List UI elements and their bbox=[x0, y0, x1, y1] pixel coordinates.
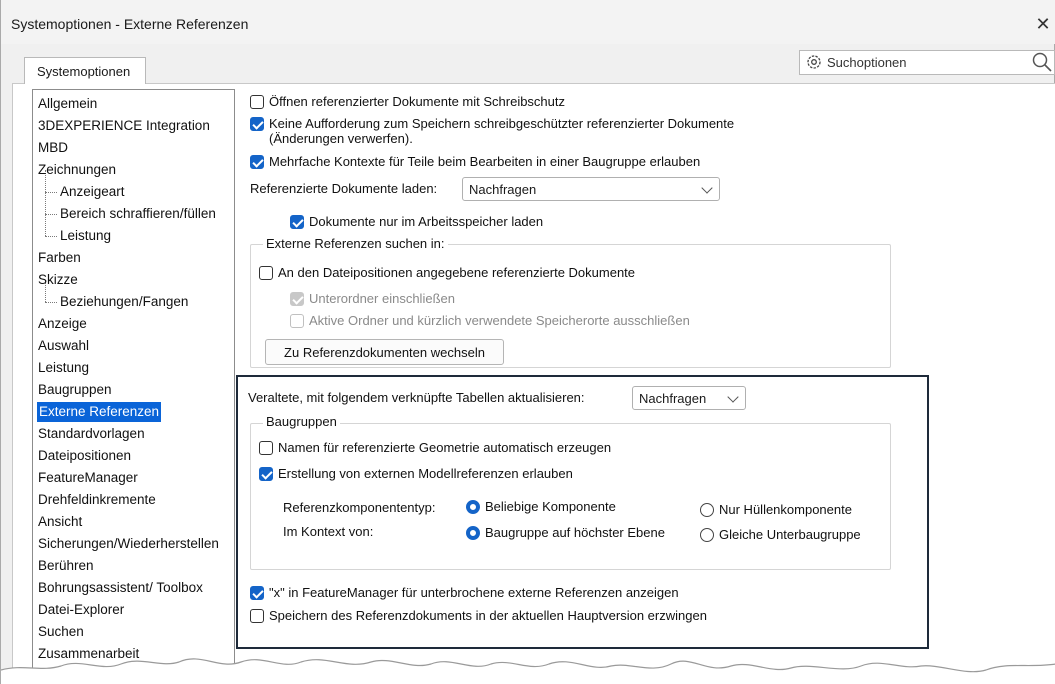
ref-envelope-radio[interactable] bbox=[700, 503, 714, 517]
options-tree[interactable]: Allgemein 3DEXPERIENCE Integration MBD Z… bbox=[32, 89, 235, 684]
force-save-label: Speichern des Referenzdokuments in der a… bbox=[269, 608, 707, 623]
search-icon[interactable] bbox=[1031, 51, 1053, 73]
tab-label: Systemoptionen bbox=[37, 64, 131, 79]
ctx-top-label: Baugruppe auf höchster Ebene bbox=[485, 525, 665, 540]
open-readonly-checkbox[interactable] bbox=[250, 95, 264, 109]
tree-item-standardvorlagen[interactable]: Standardvorlagen bbox=[38, 424, 145, 444]
ref-component-type-label: Referenzkomponententyp: bbox=[283, 500, 436, 515]
assemblies-group-title: Baugruppen bbox=[263, 414, 340, 429]
ctx-same-radio[interactable] bbox=[700, 528, 714, 542]
torn-edge-decoration bbox=[1, 658, 1055, 684]
show-x-label: "x" in FeatureManager für unterbrochene … bbox=[269, 585, 679, 600]
ctx-same-label: Gleiche Unterbaugruppe bbox=[719, 527, 861, 542]
no-prompt-save-label-line2: (Änderungen verwerfen). bbox=[269, 131, 413, 146]
file-locations-checkbox[interactable] bbox=[259, 266, 273, 280]
memory-only-checkbox[interactable] bbox=[290, 215, 304, 229]
tree-item-auswahl[interactable]: Auswahl bbox=[38, 336, 89, 356]
open-readonly-label: Öffnen referenzierter Dokumente mit Schr… bbox=[269, 94, 566, 109]
tree-item-beziehungen[interactable]: Beziehungen/Fangen bbox=[60, 292, 188, 312]
update-tables-label: Veraltete, mit folgendem verknüpfte Tabe… bbox=[248, 390, 585, 405]
chevron-down-icon bbox=[727, 391, 739, 403]
tree-item-skizze[interactable]: Skizze bbox=[38, 270, 78, 290]
load-referenced-label: Referenzierte Dokumente laden: bbox=[250, 181, 438, 196]
tree-connector bbox=[45, 214, 57, 215]
tree-item-drehfeldinkremente[interactable]: Drehfeldinkremente bbox=[38, 490, 156, 510]
exclude-recent-checkbox[interactable] bbox=[290, 314, 304, 328]
gear-icon bbox=[807, 55, 821, 69]
allow-model-refs-checkbox[interactable] bbox=[259, 467, 273, 481]
tree-item-ansicht[interactable]: Ansicht bbox=[38, 512, 82, 532]
tree-item-externe-referenzen[interactable]: Externe Referenzen bbox=[37, 402, 162, 422]
tree-item-leistung[interactable]: Leistung bbox=[38, 358, 89, 378]
update-tables-select[interactable]: Nachfragen bbox=[632, 386, 746, 410]
tree-connector bbox=[45, 302, 57, 303]
tree-item-allgemein[interactable]: Allgemein bbox=[38, 94, 97, 114]
file-locations-label: An den Dateipositionen angegebene refere… bbox=[278, 265, 636, 280]
tree-item-mbd[interactable]: MBD bbox=[38, 138, 68, 158]
chevron-down-icon bbox=[701, 182, 713, 194]
ctx-top-radio[interactable] bbox=[466, 526, 480, 540]
tree-item-baugruppen[interactable]: Baugruppen bbox=[38, 380, 112, 400]
goto-reference-docs-button[interactable]: Zu Referenzdokumenten wechseln bbox=[265, 339, 504, 365]
tree-item-datei-explorer[interactable]: Datei-Explorer bbox=[38, 600, 124, 620]
dialog-window: Systemoptionen - Externe Referenzen ✕ Su… bbox=[0, 0, 1055, 684]
auto-names-checkbox[interactable] bbox=[259, 441, 273, 455]
multiple-contexts-checkbox[interactable] bbox=[250, 155, 264, 169]
ref-envelope-label: Nur Hüllenkomponente bbox=[719, 502, 852, 517]
include-subfolders-label: Unterordner einschließen bbox=[309, 291, 455, 306]
force-save-checkbox[interactable] bbox=[250, 609, 264, 623]
tree-item-3dexperience[interactable]: 3DEXPERIENCE Integration bbox=[38, 116, 210, 136]
tree-item-bohrungsassistent[interactable]: Bohrungsassistent/ Toolbox bbox=[38, 578, 203, 598]
tree-item-dateipositionen[interactable]: Dateipositionen bbox=[38, 446, 131, 466]
ref-any-label: Beliebige Komponente bbox=[485, 499, 616, 514]
tree-item-zeichnungen-leistung[interactable]: Leistung bbox=[60, 226, 111, 246]
allow-model-refs-label: Erstellung von externen Modellreferenzen… bbox=[278, 466, 573, 481]
tab-systemoptionen[interactable]: Systemoptionen bbox=[24, 57, 146, 84]
load-referenced-select[interactable]: Nachfragen bbox=[462, 177, 720, 201]
tree-item-zeichnungen[interactable]: Zeichnungen bbox=[38, 160, 116, 180]
tree-item-featuremanager[interactable]: FeatureManager bbox=[38, 468, 138, 488]
tree-item-farben[interactable]: Farben bbox=[38, 248, 81, 268]
multiple-contexts-label: Mehrfache Kontexte für Teile beim Bearbe… bbox=[269, 154, 701, 169]
show-x-checkbox[interactable] bbox=[250, 586, 264, 600]
load-referenced-value: Nachfragen bbox=[469, 182, 537, 197]
context-label: Im Kontext von: bbox=[283, 524, 374, 539]
tree-item-suchen[interactable]: Suchen bbox=[38, 622, 84, 642]
tree-item-bereich-schraffieren[interactable]: Bereich schraffieren/füllen bbox=[60, 204, 216, 224]
tree-item-beruehren[interactable]: Berühren bbox=[38, 556, 94, 576]
no-prompt-save-label-line1: Keine Aufforderung zum Speichern schreib… bbox=[269, 116, 735, 131]
search-options-label: Suchoptionen bbox=[827, 55, 907, 70]
exclude-recent-label: Aktive Ordner und kürzlich verwendete Sp… bbox=[309, 313, 690, 328]
search-references-group-title: Externe Referenzen suchen in: bbox=[263, 236, 448, 251]
close-button[interactable]: ✕ bbox=[1031, 12, 1055, 36]
no-prompt-save-checkbox[interactable] bbox=[250, 117, 264, 131]
update-tables-value: Nachfragen bbox=[639, 391, 707, 406]
ref-any-radio[interactable] bbox=[466, 500, 480, 514]
include-subfolders-checkbox[interactable] bbox=[290, 292, 304, 306]
tree-item-anzeige[interactable]: Anzeige bbox=[38, 314, 87, 334]
title-bar: Systemoptionen - Externe Referenzen ✕ bbox=[1, 0, 1055, 44]
tree-item-sicherungen[interactable]: Sicherungen/Wiederherstellen bbox=[38, 534, 219, 554]
tree-connector bbox=[45, 192, 57, 193]
memory-only-label: Dokumente nur im Arbeitsspeicher laden bbox=[309, 214, 544, 229]
auto-names-label: Namen für referenzierte Geometrie automa… bbox=[278, 440, 612, 455]
tree-connector bbox=[45, 236, 57, 237]
tree-item-anzeigeart[interactable]: Anzeigeart bbox=[60, 182, 125, 202]
goto-reference-docs-label: Zu Referenzdokumenten wechseln bbox=[284, 345, 485, 360]
window-title: Systemoptionen - Externe Referenzen bbox=[11, 16, 249, 32]
